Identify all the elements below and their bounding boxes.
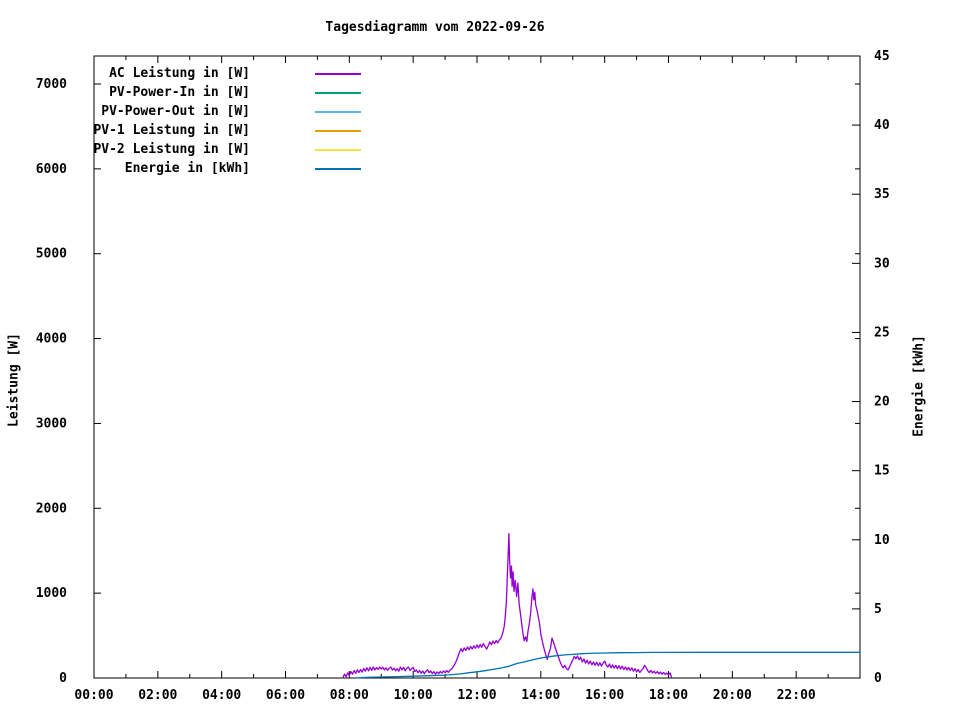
y-tick-label: 1000: [36, 586, 67, 601]
x-tick-label: 22:00: [777, 688, 816, 703]
legend-item: PV-1 Leistung in [W]: [60, 121, 361, 140]
series-energie-in-kwh: [355, 651, 860, 679]
legend-color-line: [315, 72, 361, 75]
y-tick-label: 4000: [36, 332, 67, 347]
y-tick-label: 2000: [36, 501, 67, 516]
x-tick-label: 00:00: [74, 688, 113, 703]
y2-tick-label: 5: [874, 602, 882, 617]
y2-tick-label: 35: [874, 187, 890, 202]
legend-color-line: [315, 91, 361, 94]
legend-label: Energie in [kWh]: [124, 161, 250, 176]
x-tick-label: 10:00: [394, 688, 433, 703]
y2-tick-label: 25: [874, 325, 890, 340]
x-tick-label: 12:00: [457, 688, 496, 703]
y2-tick-label: 45: [874, 49, 890, 64]
legend-item: AC Leistung in [W]: [60, 64, 361, 83]
y-tick-label: 3000: [36, 416, 67, 431]
legend-color-line: [315, 110, 361, 113]
y2-tick-label: 15: [874, 464, 890, 479]
x-tick-label: 06:00: [266, 688, 305, 703]
chart-legend: AC Leistung in [W] PV-Power-In in [W] PV-P…: [60, 64, 361, 178]
x-tick-label: 18:00: [649, 688, 688, 703]
x-tick-label: 04:00: [202, 688, 241, 703]
y2-tick-label: 20: [874, 395, 890, 410]
y2-tick-label: 10: [874, 533, 890, 548]
legend-label: AC Leistung in [W]: [109, 66, 250, 81]
series-ac-leistung-in-w: [342, 533, 673, 679]
legend-item: Energie in [kWh]: [60, 159, 361, 178]
legend-label: PV-Power-In in [W]: [109, 85, 250, 100]
legend-label: PV-1 Leistung in [W]: [93, 123, 250, 138]
legend-item: PV-Power-Out in [W]: [60, 102, 361, 121]
legend-color-line: [315, 148, 361, 151]
legend-item: PV-2 Leistung in [W]: [60, 140, 361, 159]
legend-label: PV-Power-Out in [W]: [101, 104, 250, 119]
legend-label: PV-2 Leistung in [W]: [93, 142, 250, 157]
x-tick-label: 16:00: [585, 688, 624, 703]
y2-tick-label: 0: [874, 671, 882, 686]
legend-color-line: [315, 167, 361, 170]
chart-page: Tagesdiagramm vom 2022-09-26 Leistung [W…: [0, 0, 960, 720]
x-tick-label: 08:00: [330, 688, 369, 703]
y2-tick-label: 30: [874, 256, 890, 271]
y-tick-label: 0: [59, 671, 67, 686]
y-tick-label: 5000: [36, 247, 67, 262]
x-tick-label: 14:00: [521, 688, 560, 703]
legend-color-line: [315, 129, 361, 132]
x-tick-label: 02:00: [138, 688, 177, 703]
legend-item: PV-Power-In in [W]: [60, 83, 361, 102]
x-tick-label: 20:00: [713, 688, 752, 703]
y2-tick-label: 40: [874, 118, 890, 133]
